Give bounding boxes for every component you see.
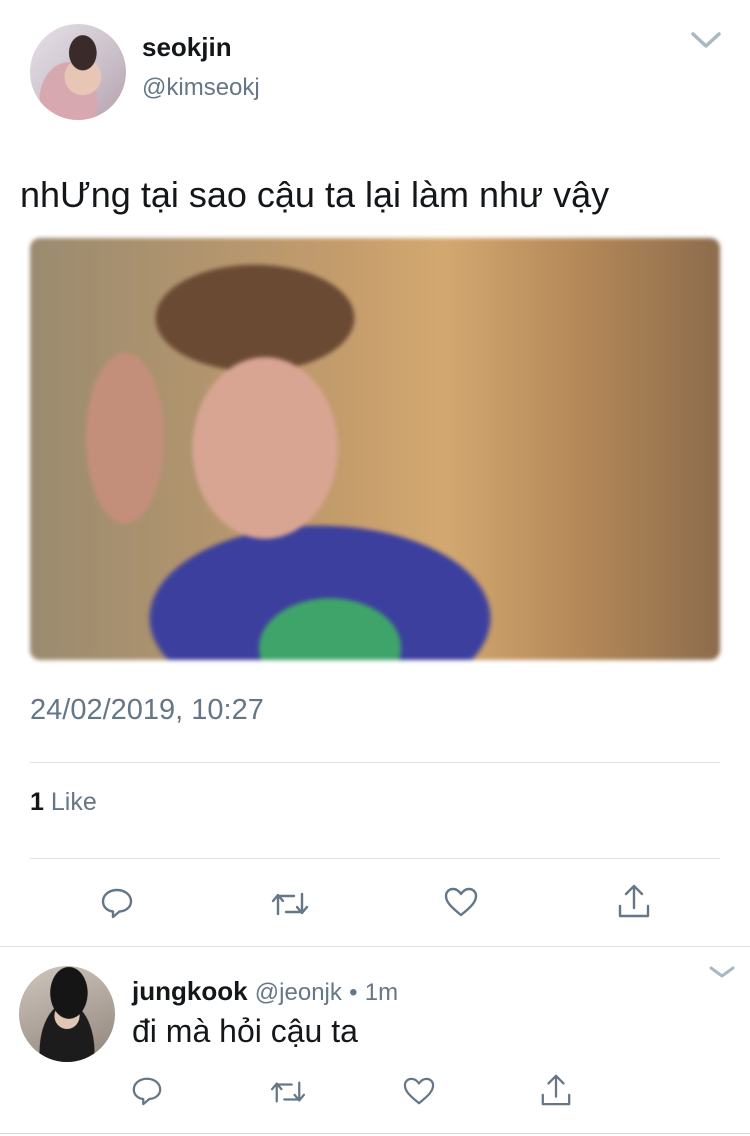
reply-text: đi mà hỏi cậu ta [132, 1013, 358, 1049]
like-count: 1 [30, 788, 44, 816]
reply-author-name[interactable]: jungkook [132, 976, 248, 1006]
chevron-down-icon[interactable] [708, 964, 736, 985]
reply-time[interactable]: 1m [365, 979, 398, 1006]
heart-icon[interactable] [402, 1076, 436, 1106]
divider [0, 946, 750, 947]
tweet-media-image[interactable] [30, 238, 720, 660]
chevron-down-icon[interactable] [690, 30, 722, 55]
like-label: Like [50, 788, 97, 816]
separator: • [349, 979, 358, 1006]
divider [30, 762, 720, 763]
divider [0, 1133, 750, 1134]
avatar[interactable] [19, 966, 115, 1062]
reply-header: jungkook @jeonjk • 1m [132, 976, 398, 1007]
likes-stat[interactable]: 1 Like [30, 788, 97, 817]
share-icon[interactable] [539, 1072, 573, 1108]
divider [30, 858, 720, 859]
reply-author-handle[interactable]: @jeonjk [255, 979, 342, 1006]
retweet-icon[interactable] [271, 888, 309, 920]
tweet-text: nhƯng tại sao cậu ta lại làm như vậy [20, 174, 610, 215]
author-name[interactable]: seokjin [142, 32, 232, 63]
reply-icon[interactable] [100, 886, 134, 920]
avatar[interactable] [30, 24, 126, 120]
author-handle[interactable]: @kimseokj [142, 74, 260, 102]
reply-icon[interactable] [131, 1075, 163, 1107]
tweet-timestamp: 24/02/2019, 10:27 [30, 694, 264, 726]
share-icon[interactable] [616, 882, 652, 920]
heart-icon[interactable] [443, 886, 479, 918]
retweet-icon[interactable] [270, 1077, 306, 1107]
